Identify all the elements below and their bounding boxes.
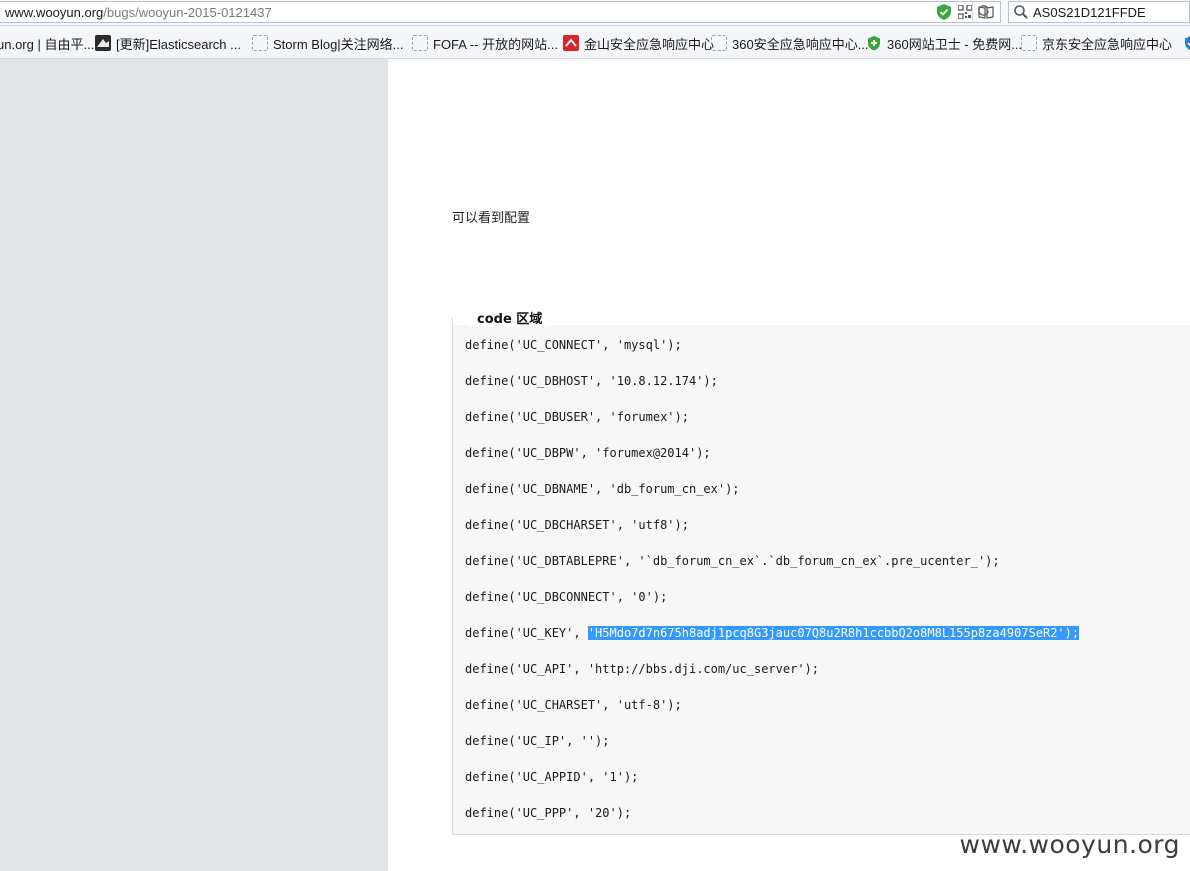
bookmark-jd-src[interactable]: 京东安全应急响应中心 <box>1021 34 1190 52</box>
code-line: define('UC_API', 'http://bbs.dji.com/uc_… <box>465 662 820 676</box>
search-input[interactable] <box>1033 4 1183 20</box>
code-line: define('UC_CHARSET', 'utf-8'); <box>465 698 682 712</box>
bookmark-360-wangzhan[interactable]: 360网站卫士 - 免费网... <box>866 34 1022 52</box>
main-content: 可以看到配置 code 区域 define('UC_CONNECT', 'mys… <box>388 59 1190 871</box>
bookmark-kingsoft[interactable]: 金山安全应急响应中心 <box>563 34 714 52</box>
dark-site-icon <box>95 35 111 51</box>
shield-check-icon[interactable] <box>936 4 952 20</box>
code-line: define('UC_DBUSER', 'forumex'); <box>465 410 689 424</box>
kingsoft-icon <box>563 35 579 51</box>
bookmark-label: 360网站卫士 - 免费网... <box>887 36 1023 52</box>
bookmark-wooyun[interactable]: un.org | 自由平... <box>0 34 94 52</box>
code-line: define('UC_APPID', '1'); <box>465 770 639 784</box>
code-text: define('UC_KEY', <box>465 626 588 640</box>
bookmark-label: 金山安全应急响应中心 <box>584 36 715 52</box>
page-icon <box>1021 35 1037 51</box>
watermark: www.wooyun.org <box>959 830 1180 859</box>
bookmarks-bar: un.org | 自由平... [更新]Elasticsearch ... St… <box>0 26 1190 59</box>
code-line: define('UC_DBHOST', '10.8.12.174'); <box>465 374 718 388</box>
search-box[interactable] <box>1008 1 1190 23</box>
code-line: define('UC_DBTABLEPRE', '`db_forum_cn_ex… <box>465 554 1000 568</box>
url-text[interactable]: www.wooyun.org/bugs/wooyun-2015-0121437 <box>5 5 272 20</box>
refresh-icon <box>977 4 990 21</box>
description-text: 可以看到配置 <box>452 211 531 226</box>
code-line: define('UC_DBNAME', 'db_forum_cn_ex'); <box>465 482 740 496</box>
bookmark-label: FOFA -- 开放的网站... <box>433 36 558 52</box>
page-icon <box>711 35 727 51</box>
bookmark-label: un.org | 自由平... <box>0 36 95 52</box>
selected-uc-key[interactable]: 'H5Mdo7d7n675h8adj1pcq8G3jauc07Q8u2R8h1c… <box>587 626 1080 640</box>
code-line: define('UC_CONNECT', 'mysql'); <box>465 338 682 352</box>
left-sidebar <box>0 59 388 871</box>
page-icon <box>252 35 268 51</box>
code-line: define('UC_DBPW', 'forumex@2014'); <box>465 446 711 460</box>
bookmark-storm-blog[interactable]: Storm Blog|关注网络... <box>252 34 404 52</box>
code-block: code 区域 define('UC_CONNECT', 'mysql'); d… <box>452 308 1190 835</box>
legend-background <box>453 317 1190 325</box>
code-legend: code 区域 <box>469 308 551 327</box>
bookmark-label: 360安全应急响应中心... <box>732 36 869 52</box>
refresh-button[interactable] <box>972 3 993 21</box>
search-icon[interactable] <box>1013 4 1029 24</box>
bookmark-elasticsearch[interactable]: [更新]Elasticsearch ... <box>95 34 241 52</box>
code-line: define('UC_IP', ''); <box>465 734 610 748</box>
bookmark-360-src[interactable]: 360安全应急响应中心... <box>711 34 869 52</box>
page-icon <box>412 35 428 51</box>
bookmark-label: Storm Blog|关注网络... <box>273 36 404 52</box>
blue-shield-icon <box>1183 35 1190 51</box>
url-domain: www.wooyun.org <box>5 5 104 20</box>
address-bar-row: www.wooyun.org/bugs/wooyun-2015-0121437 <box>0 0 1190 26</box>
green-shield-icon <box>866 35 882 51</box>
url-path: /bugs/wooyun-2015-0121437 <box>103 5 272 20</box>
code-line: define('UC_DBCHARSET', 'utf8'); <box>465 518 689 532</box>
bookmark-label: 京东安全应急响应中心 <box>1042 36 1173 52</box>
code-line: define('UC_DBCONNECT', '0'); <box>465 590 668 604</box>
url-field[interactable]: www.wooyun.org/bugs/wooyun-2015-0121437 <box>0 1 1001 23</box>
code-lines: define('UC_CONNECT', 'mysql'); define('U… <box>465 336 1080 840</box>
bookmark-label: [更新]Elasticsearch ... <box>116 36 241 52</box>
code-line-uc-key: define('UC_KEY', 'H5Mdo7d7n675h8adj1pcq8… <box>465 624 1080 660</box>
qr-code-icon[interactable] <box>957 4 973 20</box>
bookmark-fofa[interactable]: FOFA -- 开放的网站... <box>412 34 558 52</box>
